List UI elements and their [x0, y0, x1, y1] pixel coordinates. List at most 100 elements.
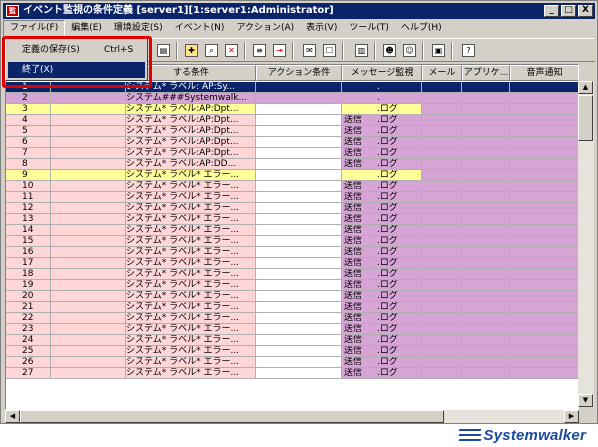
document-icon[interactable]: ▥ [353, 42, 370, 59]
row-condition-cell[interactable]: システム* ラベル:AP:Dpt... [126, 137, 256, 148]
row-mail-cell[interactable] [422, 357, 462, 368]
row-message-cell[interactable]: 送信 .ログ [342, 368, 422, 379]
row-action-cell[interactable] [256, 137, 342, 148]
table-row[interactable]: 7 システム* ラベル:AP:Dpt... 送信 .ログ [6, 148, 578, 159]
row-message-cell[interactable]: 送信 .ログ [342, 302, 422, 313]
row-number-cell[interactable]: 16 [6, 247, 51, 258]
table-row[interactable]: 4 システム* ラベル:AP:Dpt... 送信 .ログ [6, 115, 578, 126]
row-application-cell[interactable] [462, 181, 510, 192]
row-blank-cell[interactable] [51, 93, 126, 104]
row-action-cell[interactable] [256, 214, 342, 225]
row-blank-cell[interactable] [51, 335, 126, 346]
row-voice-cell[interactable] [510, 159, 578, 170]
row-application-cell[interactable] [462, 148, 510, 159]
row-mail-cell[interactable] [422, 335, 462, 346]
row-mail-cell[interactable] [422, 324, 462, 335]
horizontal-scrollbar[interactable]: ◀ ▶ [5, 410, 579, 423]
row-application-cell[interactable] [462, 280, 510, 291]
menu-file[interactable]: ファイル(F) [3, 20, 66, 37]
row-blank-cell[interactable] [51, 225, 126, 236]
row-voice-cell[interactable] [510, 203, 578, 214]
row-blank-cell[interactable] [51, 170, 126, 181]
user-icon[interactable]: ☻ [381, 42, 398, 59]
menu-action[interactable]: アクション(A) [230, 20, 300, 37]
row-application-cell[interactable] [462, 126, 510, 137]
row-voice-cell[interactable] [510, 302, 578, 313]
paste-icon[interactable]: ▤ [155, 42, 172, 59]
row-action-cell[interactable] [256, 236, 342, 247]
row-condition-cell[interactable]: システム* ラベル* エラー... [126, 324, 256, 335]
row-action-cell[interactable] [256, 302, 342, 313]
row-number-cell[interactable]: 11 [6, 192, 51, 203]
row-mail-cell[interactable] [422, 291, 462, 302]
table-row[interactable]: 2 システム###Systemwalk.... [6, 93, 578, 104]
row-blank-cell[interactable] [51, 104, 126, 115]
table-row[interactable]: 1 システム* ラベル: AP:Sy.... [6, 82, 578, 93]
row-condition-cell[interactable]: システム* ラベル* エラー... [126, 302, 256, 313]
row-condition-cell[interactable]: システム* ラベル:AP:Dpt... [126, 126, 256, 137]
row-blank-cell[interactable] [51, 203, 126, 214]
row-mail-cell[interactable] [422, 192, 462, 203]
apply-icon[interactable]: ⇥ [271, 42, 288, 59]
row-number-cell[interactable]: 4 [6, 115, 51, 126]
row-condition-cell[interactable]: システム* ラベル* エラー... [126, 203, 256, 214]
row-application-cell[interactable] [462, 258, 510, 269]
scroll-up-icon[interactable]: ▲ [578, 81, 593, 94]
row-action-cell[interactable] [256, 280, 342, 291]
row-condition-cell[interactable]: システム* ラベル* エラー... [126, 357, 256, 368]
row-application-cell[interactable] [462, 225, 510, 236]
row-application-cell[interactable] [462, 93, 510, 104]
row-blank-cell[interactable] [51, 126, 126, 137]
row-application-cell[interactable] [462, 82, 510, 93]
row-condition-cell[interactable]: システム* ラベル* エラー... [126, 170, 256, 181]
row-number-cell[interactable]: 2 [6, 93, 51, 104]
row-condition-cell[interactable]: システム* ラベル: AP:Sy... [126, 82, 256, 93]
row-message-cell[interactable]: 送信 .ログ [342, 357, 422, 368]
row-voice-cell[interactable] [510, 225, 578, 236]
row-message-cell[interactable]: 送信 .ログ [342, 192, 422, 203]
table-row[interactable]: 22 システム* ラベル* エラー... 送信 .ログ [6, 313, 578, 324]
row-number-cell[interactable]: 19 [6, 280, 51, 291]
vertical-scroll-thumb[interactable] [578, 95, 593, 141]
title-bar[interactable]: 監 イベント監視の条件定義 [server1][1:server1:Admini… [3, 3, 595, 19]
row-application-cell[interactable] [462, 104, 510, 115]
row-mail-cell[interactable] [422, 258, 462, 269]
row-message-cell[interactable]: 送信 .ログ [342, 335, 422, 346]
row-number-cell[interactable]: 8 [6, 159, 51, 170]
row-voice-cell[interactable] [510, 258, 578, 269]
table-row[interactable]: 12 システム* ラベル* エラー... 送信 .ログ [6, 203, 578, 214]
row-action-cell[interactable] [256, 313, 342, 324]
row-action-cell[interactable] [256, 115, 342, 126]
row-application-cell[interactable] [462, 302, 510, 313]
app-icon[interactable]: 監 [6, 5, 19, 17]
row-number-cell[interactable]: 3 [6, 104, 51, 115]
table-row[interactable]: 19 システム* ラベル* エラー... 送信 .ログ [6, 280, 578, 291]
row-number-cell[interactable]: 5 [6, 126, 51, 137]
row-voice-cell[interactable] [510, 115, 578, 126]
row-message-cell[interactable]: . [342, 93, 422, 104]
row-mail-cell[interactable] [422, 368, 462, 379]
row-blank-cell[interactable] [51, 280, 126, 291]
row-blank-cell[interactable] [51, 82, 126, 93]
row-action-cell[interactable] [256, 126, 342, 137]
row-application-cell[interactable] [462, 313, 510, 324]
scroll-left-icon[interactable]: ◀ [5, 410, 20, 423]
row-application-cell[interactable] [462, 335, 510, 346]
row-condition-cell[interactable]: システム###Systemwalk... [126, 93, 256, 104]
row-number-cell[interactable]: 22 [6, 313, 51, 324]
row-voice-cell[interactable] [510, 313, 578, 324]
row-voice-cell[interactable] [510, 291, 578, 302]
row-mail-cell[interactable] [422, 159, 462, 170]
table-row[interactable]: 18 システム* ラベル* エラー... 送信 .ログ [6, 269, 578, 280]
row-condition-cell[interactable]: システム* ラベル* エラー... [126, 335, 256, 346]
row-mail-cell[interactable] [422, 346, 462, 357]
row-voice-cell[interactable] [510, 269, 578, 280]
row-blank-cell[interactable] [51, 181, 126, 192]
menu-tools[interactable]: ツール(T) [343, 20, 395, 37]
row-blank-cell[interactable] [51, 214, 126, 225]
table-row[interactable]: 13 システム* ラベル* エラー... 送信 .ログ [6, 214, 578, 225]
row-voice-cell[interactable] [510, 335, 578, 346]
table-row[interactable]: 6 システム* ラベル:AP:Dpt... 送信 .ログ [6, 137, 578, 148]
row-blank-cell[interactable] [51, 236, 126, 247]
row-condition-cell[interactable]: システム* ラベル* エラー... [126, 181, 256, 192]
